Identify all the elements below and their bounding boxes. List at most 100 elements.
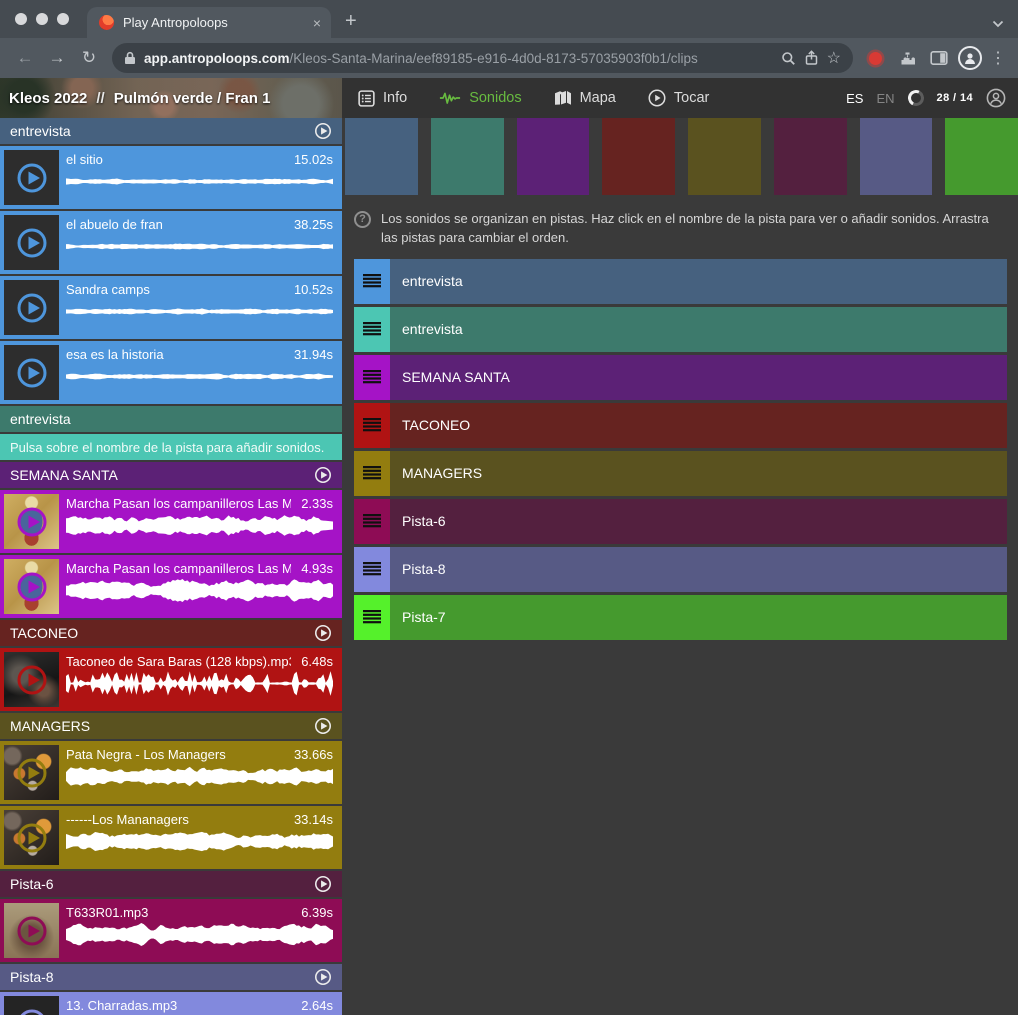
track-color-square[interactable]	[688, 118, 761, 195]
nav-item-sonidos[interactable]: Sonidos	[439, 90, 521, 106]
track-row[interactable]: entrevista	[354, 259, 1007, 304]
clip-item[interactable]: Marcha Pasan los campanilleros Las Mejor…	[0, 555, 342, 618]
track-play-button[interactable]	[313, 623, 333, 643]
lang-en-button[interactable]: EN	[876, 91, 894, 106]
drag-handle-icon[interactable]	[354, 547, 390, 592]
clip-play-icon[interactable]	[4, 280, 59, 335]
track-row[interactable]: Pista-6	[354, 499, 1007, 544]
clip-play-icon[interactable]	[4, 903, 59, 958]
clip-item[interactable]: T633R01.mp36.39s	[0, 899, 342, 962]
track-header[interactable]: TACONEO	[0, 620, 342, 646]
project-breadcrumb[interactable]: Kleos 2022 // Pulmón verde / Fran 1	[0, 78, 342, 118]
clip-item[interactable]: Sandra camps10.52s	[0, 276, 342, 339]
waveform[interactable]	[66, 577, 333, 604]
clip-item[interactable]: Pata Negra - Los Managers33.66s	[0, 741, 342, 804]
drag-handle-icon[interactable]	[354, 403, 390, 448]
clip-thumbnail[interactable]	[4, 810, 59, 865]
nav-item-mapa[interactable]: Mapa	[554, 90, 616, 106]
track-header[interactable]: SEMANA SANTA	[0, 462, 342, 488]
drag-handle-icon[interactable]	[354, 307, 390, 352]
clip-play-icon[interactable]	[4, 745, 59, 800]
track-header[interactable]: Pista-6	[0, 871, 342, 897]
track-color-square[interactable]	[517, 118, 590, 195]
new-tab-button[interactable]: +	[345, 11, 357, 31]
waveform[interactable]	[66, 828, 333, 855]
zoom-page-icon[interactable]	[781, 51, 796, 66]
waveform[interactable]	[66, 363, 333, 390]
clip-thumbnail[interactable]	[4, 996, 59, 1015]
track-color-square[interactable]	[774, 118, 847, 195]
side-panel-icon[interactable]	[926, 45, 952, 71]
track-play-button[interactable]	[313, 121, 333, 141]
clip-item[interactable]: ------Los Mananagers33.14s	[0, 806, 342, 869]
clip-play-icon[interactable]	[4, 345, 59, 400]
minimize-window-button[interactable]	[36, 13, 48, 25]
url-bar[interactable]: app.antropoloops.com/Kleos-Santa-Marina/…	[112, 43, 853, 73]
waveform[interactable]	[66, 168, 333, 195]
track-play-button[interactable]	[313, 874, 333, 894]
browser-profile-avatar[interactable]	[958, 46, 982, 70]
account-icon[interactable]	[986, 88, 1006, 108]
tab-search-chevron-icon[interactable]	[992, 20, 1004, 28]
browser-tab[interactable]: Play Antropoloops ×	[87, 7, 331, 38]
record-extension-icon[interactable]	[869, 52, 882, 65]
waveform[interactable]	[66, 512, 333, 539]
clip-thumbnail[interactable]	[4, 280, 59, 335]
clip-item[interactable]: Marcha Pasan los campanilleros Las Mejor…	[0, 490, 342, 553]
track-row[interactable]: Pista-7	[354, 595, 1007, 640]
nav-item-info[interactable]: Info	[358, 90, 407, 107]
browser-menu-icon[interactable]: ⋮	[988, 48, 1008, 68]
clip-thumbnail[interactable]	[4, 150, 59, 205]
track-play-button[interactable]	[313, 716, 333, 736]
track-play-button[interactable]	[313, 465, 333, 485]
track-row[interactable]: MANAGERS	[354, 451, 1007, 496]
clip-item[interactable]: 13. Charradas.mp32.64s	[0, 992, 342, 1015]
clip-thumbnail[interactable]	[4, 345, 59, 400]
clip-thumbnail[interactable]	[4, 745, 59, 800]
clip-play-icon[interactable]	[4, 996, 59, 1015]
track-row[interactable]: TACONEO	[354, 403, 1007, 448]
back-button[interactable]: ←	[12, 45, 38, 71]
drag-handle-icon[interactable]	[354, 355, 390, 400]
waveform[interactable]	[66, 233, 333, 260]
waveform[interactable]	[66, 298, 333, 325]
forward-button[interactable]: →	[44, 45, 70, 71]
clip-thumbnail[interactable]	[4, 903, 59, 958]
track-play-button[interactable]	[313, 967, 333, 987]
clip-thumbnail[interactable]	[4, 215, 59, 270]
track-header[interactable]: entrevista	[0, 118, 342, 144]
drag-handle-icon[interactable]	[354, 499, 390, 544]
extensions-puzzle-icon[interactable]	[894, 45, 920, 71]
waveform[interactable]	[66, 670, 333, 697]
clip-thumbnail[interactable]	[4, 494, 59, 549]
clip-play-icon[interactable]	[4, 559, 59, 614]
share-icon[interactable]	[804, 50, 819, 66]
close-window-button[interactable]	[15, 13, 27, 25]
bookmark-star-icon[interactable]: ☆	[827, 45, 841, 71]
drag-handle-icon[interactable]	[354, 259, 390, 304]
clip-play-icon[interactable]	[4, 494, 59, 549]
clip-item[interactable]: Taconeo de Sara Baras (128 kbps).mp36.48…	[0, 648, 342, 711]
clip-play-icon[interactable]	[4, 810, 59, 865]
clip-item[interactable]: esa es la historia31.94s	[0, 341, 342, 404]
waveform[interactable]	[66, 921, 333, 948]
track-row[interactable]: SEMANA SANTA	[354, 355, 1007, 400]
clip-thumbnail[interactable]	[4, 559, 59, 614]
track-color-square[interactable]	[602, 118, 675, 195]
lang-es-button[interactable]: ES	[846, 91, 863, 106]
clip-play-icon[interactable]	[4, 215, 59, 270]
close-tab-icon[interactable]: ×	[313, 16, 321, 30]
clip-play-icon[interactable]	[4, 150, 59, 205]
track-color-square[interactable]	[860, 118, 933, 195]
track-header[interactable]: entrevista	[0, 406, 342, 432]
track-header[interactable]: MANAGERS	[0, 713, 342, 739]
track-row[interactable]: entrevista	[354, 307, 1007, 352]
waveform[interactable]	[66, 763, 333, 790]
track-header[interactable]: Pista-8	[0, 964, 342, 990]
clip-item[interactable]: el abuelo de fran38.25s	[0, 211, 342, 274]
track-color-square[interactable]	[431, 118, 504, 195]
clip-thumbnail[interactable]	[4, 652, 59, 707]
clip-item[interactable]: el sitio15.02s	[0, 146, 342, 209]
drag-handle-icon[interactable]	[354, 451, 390, 496]
clip-play-icon[interactable]	[4, 652, 59, 707]
